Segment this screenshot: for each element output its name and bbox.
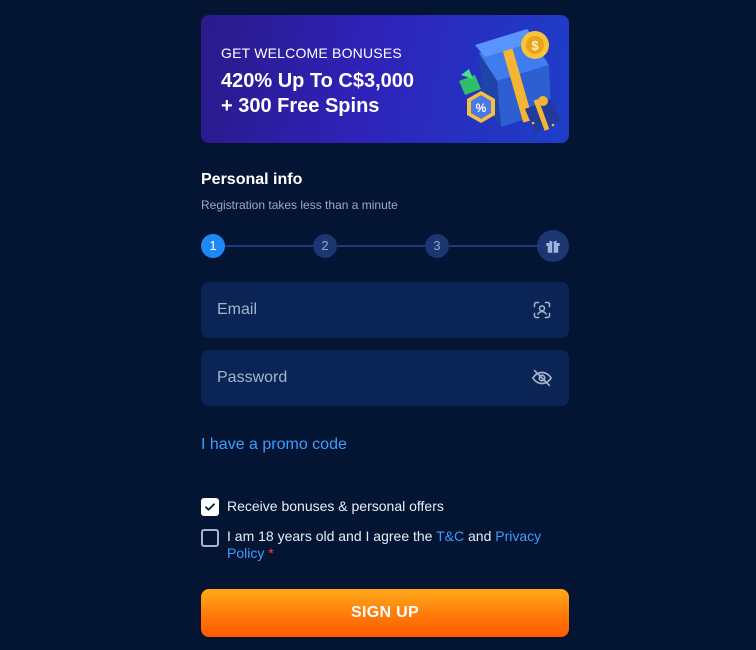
stepper-track (213, 245, 553, 247)
step-1: 1 (201, 234, 225, 258)
gift-boxes-illustration: $ % (459, 29, 561, 133)
banner-headline-line1: 420% Up To C$3,000 (221, 70, 415, 92)
banner-headline-line2: + 300 Free Spins (221, 95, 380, 117)
sign-up-button[interactable]: SIGN UP (201, 589, 569, 637)
password-field[interactable] (201, 350, 569, 406)
bonuses-checkbox[interactable] (201, 498, 219, 516)
promo-code-link[interactable]: I have a promo code (201, 436, 347, 454)
section-title: Personal info (201, 171, 303, 188)
required-marker: * (268, 545, 274, 561)
svg-text:$: $ (531, 38, 539, 53)
section-subtitle: Registration takes less than a minute (201, 198, 398, 212)
and-text: and (464, 528, 496, 544)
bonuses-consent[interactable]: Receive bonuses & personal offers (201, 498, 569, 516)
banner-text: GET WELCOME BONUSES 420% Up To C$3,000 +… (221, 45, 414, 119)
welcome-bonus-banner: GET WELCOME BONUSES 420% Up To C$3,000 +… (201, 15, 569, 143)
password-input[interactable] (217, 369, 531, 387)
svg-text:%: % (476, 101, 487, 115)
tc-link[interactable]: T&C (436, 528, 464, 544)
registration-panel: GET WELCOME BONUSES 420% Up To C$3,000 +… (201, 15, 569, 637)
email-input[interactable] (217, 301, 531, 319)
banner-headline: 420% Up To C$3,000 + 300 Free Spins (221, 69, 414, 119)
step-2: 2 (313, 234, 337, 258)
banner-kicker: GET WELCOME BONUSES (221, 45, 402, 61)
step-final (537, 230, 569, 262)
gift-icon (546, 240, 560, 253)
age-terms-text: I am 18 years old and I agree the (227, 528, 437, 544)
face-scan-icon[interactable] (531, 299, 553, 321)
age-terms-checkbox[interactable] (201, 529, 219, 547)
step-3: 3 (425, 234, 449, 258)
age-terms-label: I am 18 years old and I agree the T&C an… (227, 528, 569, 562)
bonuses-label: Receive bonuses & personal offers (227, 498, 444, 514)
age-terms-consent[interactable]: I am 18 years old and I agree the T&C an… (201, 528, 569, 562)
registration-stepper: 1 2 3 (201, 230, 569, 262)
checkmark-icon (205, 503, 215, 511)
email-field[interactable] (201, 282, 569, 338)
eye-off-icon[interactable] (531, 367, 553, 389)
